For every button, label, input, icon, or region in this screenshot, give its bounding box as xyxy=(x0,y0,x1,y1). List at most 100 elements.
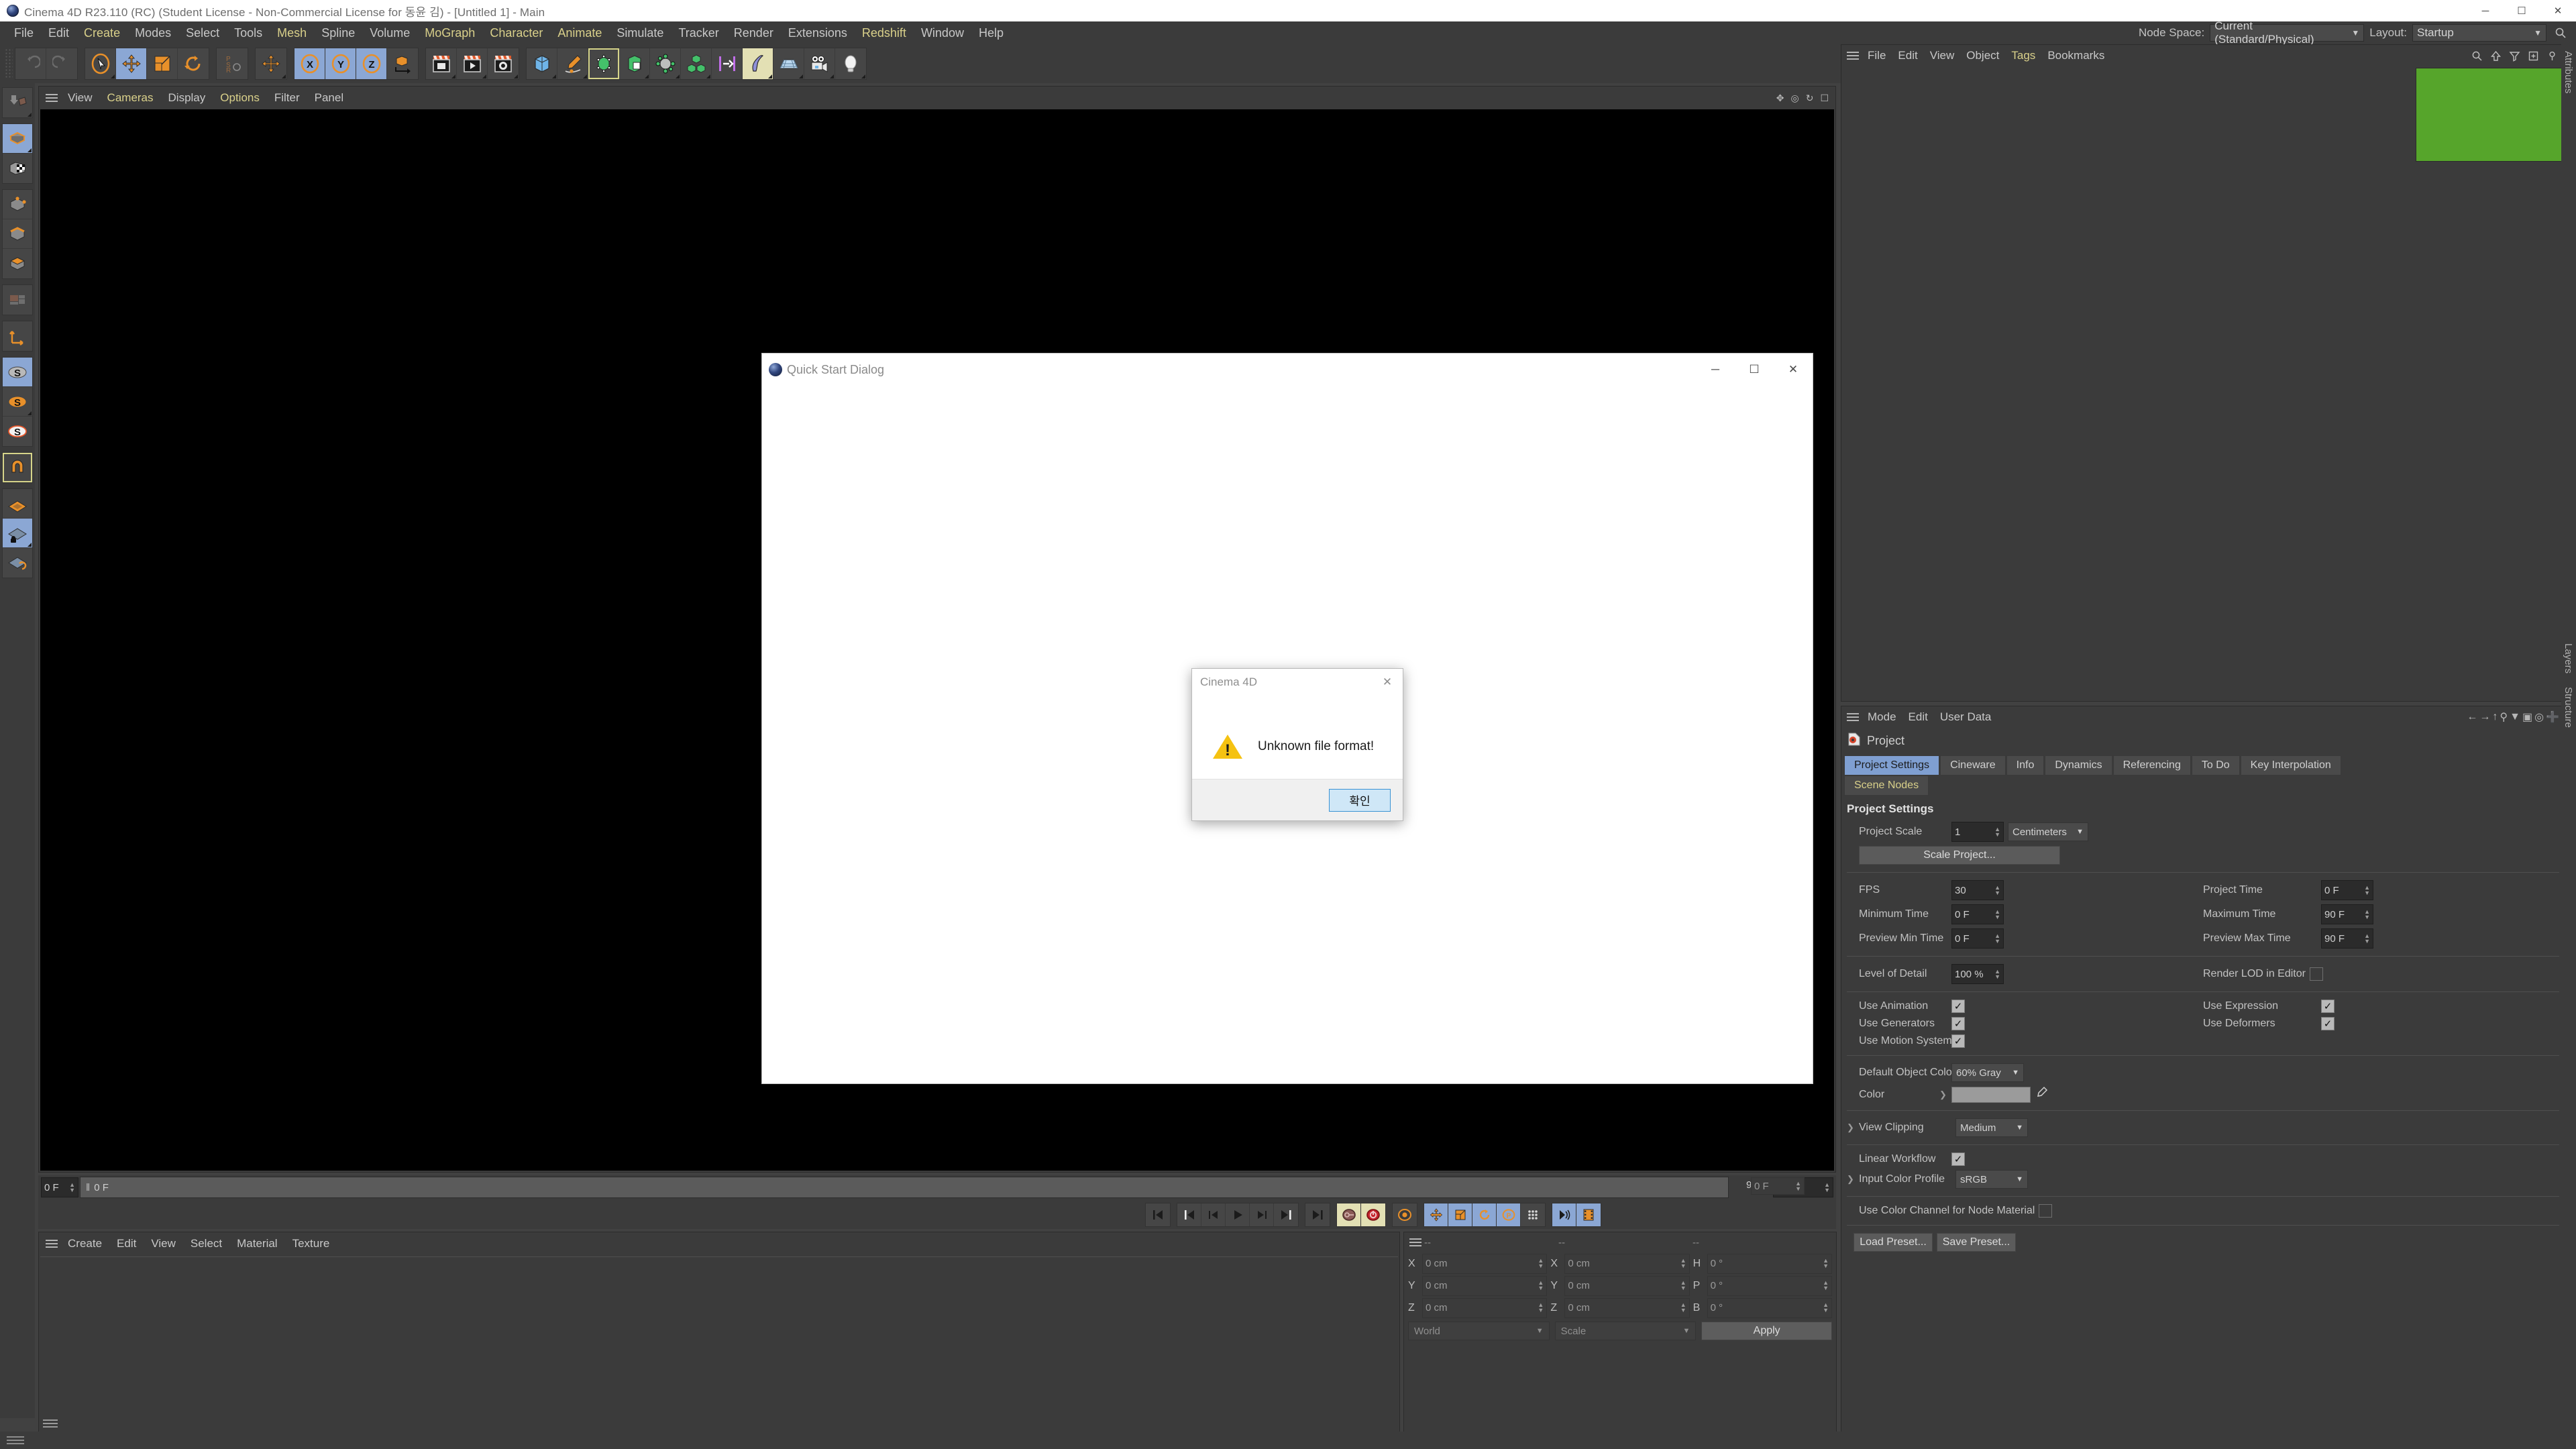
object-menu-object[interactable]: Object xyxy=(1960,47,2005,64)
menu-help[interactable]: Help xyxy=(971,24,1011,42)
redo-button[interactable] xyxy=(46,48,77,79)
uv-mode-button[interactable] xyxy=(3,285,32,315)
layout-select[interactable]: Startup ▼ xyxy=(2412,24,2546,42)
menu-file[interactable]: File xyxy=(7,24,41,42)
spinner-icon[interactable]: ▲ ▼ xyxy=(1994,968,2000,979)
minimum-time-field[interactable]: 0 F ▲ ▼ xyxy=(1951,904,2004,924)
viewport-menu-panel[interactable]: Panel xyxy=(307,89,351,107)
tab-scene-nodes[interactable]: Scene Nodes xyxy=(1844,775,1929,796)
snap-quantize-button[interactable]: S xyxy=(3,417,32,446)
scale-tool-button[interactable] xyxy=(147,48,178,79)
filter-icon[interactable] xyxy=(2506,47,2523,64)
record-keyframe-button[interactable] xyxy=(1361,1203,1385,1226)
menu-create[interactable]: Create xyxy=(76,24,127,42)
planar-workplane-button[interactable] xyxy=(3,548,32,578)
object-menu-view[interactable]: View xyxy=(1924,47,1961,64)
viewport-hamburger-icon[interactable] xyxy=(43,91,60,105)
material-menu-create[interactable]: Create xyxy=(60,1235,109,1252)
edge-mode-button[interactable] xyxy=(3,219,32,249)
default-object-color-select[interactable]: 60% Gray ▼ xyxy=(1951,1063,2024,1082)
alert-ok-button[interactable]: 확인 xyxy=(1329,788,1391,812)
menu-select[interactable]: Select xyxy=(178,24,227,42)
step-forward-button[interactable] xyxy=(1250,1203,1274,1226)
tab-referencing[interactable]: Referencing xyxy=(2112,755,2191,775)
position-z-field[interactable]: 0 cm ▲ ▼ xyxy=(1422,1297,1548,1318)
render-lod-checkbox[interactable]: ✓ xyxy=(2309,967,2323,981)
rotation-p-field[interactable]: 0 ° ▲ ▼ xyxy=(1707,1275,1832,1296)
play-button[interactable] xyxy=(1226,1203,1250,1226)
attribute-hamburger-icon[interactable] xyxy=(1844,710,1862,724)
preview-min-time-field[interactable]: 0 F ▲ ▼ xyxy=(1951,928,2004,949)
add-icon[interactable]: ➕ xyxy=(2546,710,2559,724)
tab-key-interpolation[interactable]: Key Interpolation xyxy=(2240,755,2341,775)
scale-project-button[interactable]: Scale Project... xyxy=(1859,846,2060,865)
menu-mesh[interactable]: Mesh xyxy=(270,24,314,42)
menu-character[interactable]: Character xyxy=(482,24,550,42)
z-axis-lock-button[interactable]: Z xyxy=(356,48,387,79)
tab-info[interactable]: Info xyxy=(2006,755,2045,775)
maximize-viewport-icon[interactable]: ☐ xyxy=(1820,93,1829,104)
forward-arrow-icon[interactable]: → xyxy=(2479,711,2490,723)
quick-start-close-button[interactable]: ✕ xyxy=(1774,354,1813,386)
spinner-icon[interactable]: ▲ ▼ xyxy=(1795,1180,1801,1191)
y-axis-lock-button[interactable]: Y xyxy=(325,48,356,79)
spinner-icon[interactable]: ▲ ▼ xyxy=(2364,884,2370,896)
viewport-frame-readout[interactable]: 0 F ▲ ▼ xyxy=(1751,1177,1805,1195)
tab-dynamics[interactable]: Dynamics xyxy=(2045,755,2112,775)
apply-button[interactable]: Apply xyxy=(1701,1322,1833,1340)
add-box-icon[interactable] xyxy=(2524,47,2542,64)
use-deformers-checkbox[interactable]: ✓ xyxy=(2321,1017,2334,1030)
filter-icon[interactable]: ▼ xyxy=(2510,711,2520,723)
alert-close-button[interactable]: ✕ xyxy=(1377,672,1397,692)
timeline-track[interactable]: ‖ 0 F xyxy=(80,1177,1729,1198)
expand-arrow-icon[interactable]: ❯ xyxy=(1939,1089,1947,1100)
size-x-field[interactable]: 0 cm ▲ ▼ xyxy=(1564,1253,1690,1274)
project-scale-field[interactable]: 1 ▲ ▼ xyxy=(1951,822,2004,842)
world-object-coordinate-button[interactable] xyxy=(387,48,418,79)
object-hamburger-icon[interactable] xyxy=(1844,48,1862,63)
undo-button[interactable] xyxy=(15,48,46,79)
up-arrow-icon[interactable] xyxy=(2487,47,2504,64)
spinner-icon[interactable]: ▲ ▼ xyxy=(1680,1302,1686,1313)
side-tab-attributes[interactable]: Attributes xyxy=(2561,44,2575,100)
sound-button[interactable] xyxy=(1552,1203,1576,1226)
node-material-checkbox[interactable]: ✓ xyxy=(2039,1204,2053,1218)
view-clipping-select[interactable]: Medium ▼ xyxy=(1955,1118,2028,1137)
viewport-menu-filter[interactable]: Filter xyxy=(267,89,307,107)
spinner-icon[interactable]: ▲ ▼ xyxy=(1538,1280,1544,1291)
input-color-profile-select[interactable]: sRGB ▼ xyxy=(1955,1170,2028,1189)
psr-toggle-button[interactable]: PSR xyxy=(217,48,248,79)
up-arrow-icon[interactable]: ↑ xyxy=(2492,711,2498,723)
project-time-field[interactable]: 0 F ▲ ▼ xyxy=(2321,880,2373,900)
save-preset-button[interactable]: Save Preset... xyxy=(1937,1233,2016,1252)
use-motion-system-checkbox[interactable]: ✓ xyxy=(1951,1034,1965,1048)
status-bar-grip-icon[interactable] xyxy=(7,1435,24,1446)
preview-max-time-field[interactable]: 90 F ▲ ▼ xyxy=(2321,928,2373,949)
enable-axis-button[interactable] xyxy=(3,321,32,351)
pin-icon[interactable]: ▣ xyxy=(2522,710,2532,724)
attribute-menu-mode[interactable]: Mode xyxy=(1862,708,1902,726)
material-manager-body[interactable] xyxy=(40,1256,1398,1431)
maximum-time-field[interactable]: 90 F ▲ ▼ xyxy=(2321,904,2373,924)
window-close-button[interactable]: ✕ xyxy=(2540,0,2576,21)
use-generators-checkbox[interactable]: ✓ xyxy=(1951,1017,1965,1030)
menu-tracker[interactable]: Tracker xyxy=(671,24,726,42)
object-menu-bookmarks[interactable]: Bookmarks xyxy=(2041,47,2110,64)
level-of-detail-field[interactable]: 100 % ▲ ▼ xyxy=(1951,964,2004,984)
material-menu-texture[interactable]: Texture xyxy=(285,1235,337,1252)
search-icon[interactable] xyxy=(2468,47,2485,64)
load-preset-button[interactable]: Load Preset... xyxy=(1854,1233,1933,1252)
menu-mograph[interactable]: MoGraph xyxy=(417,24,482,42)
spinner-icon[interactable]: ▲ ▼ xyxy=(1823,1302,1829,1313)
workplane-button[interactable] xyxy=(3,489,32,519)
material-menu-view[interactable]: View xyxy=(144,1235,183,1252)
goto-start-button[interactable] xyxy=(1146,1203,1170,1226)
cube-primitive-button[interactable] xyxy=(527,48,557,79)
material-menu-edit[interactable]: Edit xyxy=(109,1235,144,1252)
search-icon[interactable] xyxy=(2552,24,2569,42)
tab-cineware[interactable]: Cineware xyxy=(1940,755,2006,775)
back-arrow-icon[interactable]: ← xyxy=(2467,711,2477,723)
step-back-button[interactable] xyxy=(1201,1203,1226,1226)
coordinate-system-select[interactable]: World ▼ xyxy=(1408,1322,1550,1340)
material-menu-select[interactable]: Select xyxy=(183,1235,229,1252)
